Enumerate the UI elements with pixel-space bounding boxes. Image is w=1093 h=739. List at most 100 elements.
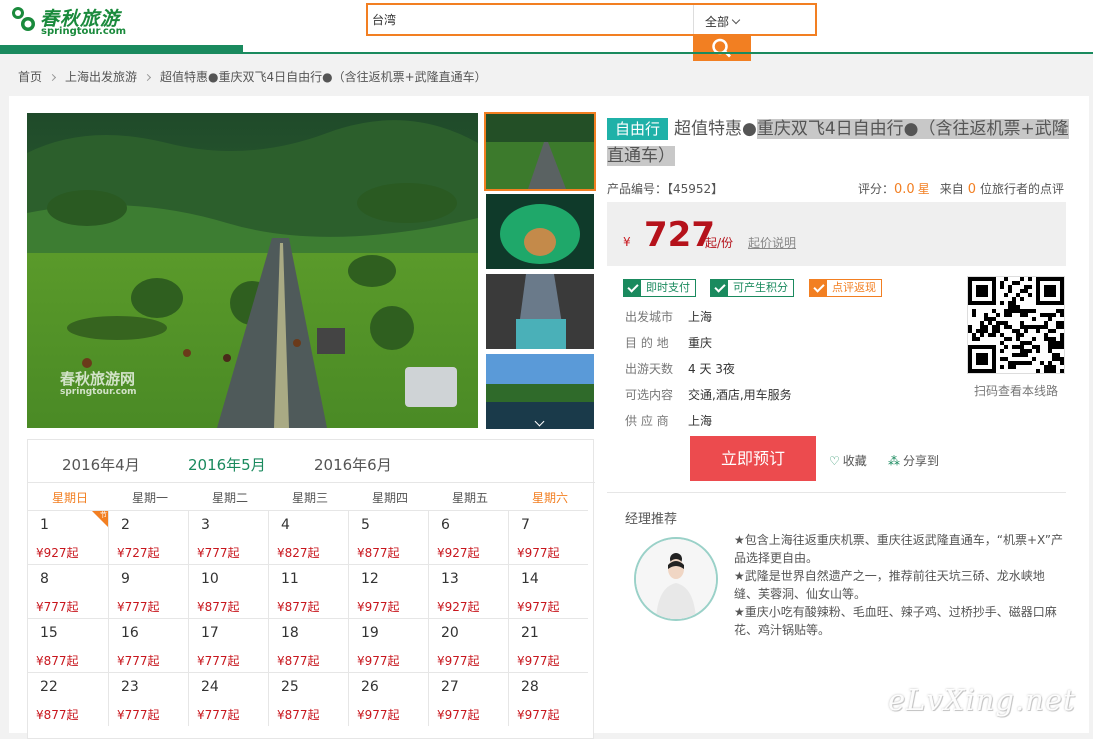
day-price: ¥977起	[357, 708, 400, 722]
day-number: 9	[121, 571, 130, 587]
check-icon	[711, 280, 728, 296]
search-divider	[693, 5, 694, 34]
calendar-day-cell[interactable]: 25 ¥877起	[268, 672, 348, 726]
calendar-day-cell[interactable]: 22 ¥877起	[28, 672, 108, 726]
day-number: 10	[201, 571, 219, 587]
detail-key: 出游天数	[625, 362, 674, 376]
day-number: 8	[40, 571, 49, 587]
calendar-day-cell[interactable]: 14 ¥977起	[508, 564, 588, 618]
calendar-day-cell[interactable]: 1 ¥927起 节	[28, 510, 108, 564]
day-number: 22	[40, 679, 58, 695]
reviews-count[interactable]: 0	[968, 182, 976, 197]
calendar-day-cell[interactable]: 11 ¥877起	[268, 564, 348, 618]
calendar-day-cell[interactable]: 16 ¥777起	[108, 618, 188, 672]
search-category-select[interactable]: 全部	[705, 13, 741, 30]
day-price: ¥977起	[357, 654, 400, 668]
calendar-day-cell[interactable]: 28 ¥977起	[508, 672, 588, 726]
day-number: 14	[521, 571, 539, 587]
calendar-day-cell[interactable]: 10 ¥877起	[188, 564, 268, 618]
holiday-tag-label: 节	[100, 511, 107, 519]
day-price: ¥877起	[36, 708, 79, 722]
detail-key: 目 的 地	[625, 336, 669, 350]
day-number: 25	[281, 679, 299, 695]
product-type-badge: 自由行	[607, 118, 669, 140]
calendar-day-cell[interactable]: 21 ¥977起	[508, 618, 588, 672]
calendar-day-cell[interactable]: 7 ¥977起	[508, 510, 588, 564]
month-tab-jun[interactable]: 2016年6月	[314, 454, 392, 475]
day-price: ¥977起	[517, 654, 560, 668]
calendar-day-cell[interactable]: 13 ¥927起	[428, 564, 508, 618]
calendar-day-cell[interactable]: 24 ¥777起	[188, 672, 268, 726]
search-input[interactable]	[368, 5, 692, 34]
tag-label: 可产生积分	[733, 281, 788, 294]
price-calendar: 2016年4月 2016年5月 2016年6月 星期日 星期一 星期二 星期三 …	[27, 439, 595, 739]
calendar-day-cell[interactable]: 2 ¥727起	[108, 510, 188, 564]
recommend-line: ★包含上海往返重庆机票、重庆往返武隆直通车，“机票+X”产品选择更自由。	[734, 533, 1063, 565]
calendar-day-cell[interactable]: 23 ¥777起	[108, 672, 188, 726]
breadcrumb-category[interactable]: 上海出发旅游	[65, 70, 137, 84]
day-price: ¥877起	[277, 654, 320, 668]
thumbnail-3[interactable]	[486, 274, 594, 349]
day-price: ¥777起	[197, 654, 240, 668]
search-button[interactable]	[693, 35, 751, 61]
day-number: 19	[361, 625, 379, 641]
share-icon: ⁂	[888, 454, 900, 468]
day-number: 24	[201, 679, 219, 695]
price-currency: ¥	[623, 235, 631, 249]
calendar-day-cell[interactable]: 5 ¥877起	[348, 510, 428, 564]
day-number: 7	[521, 517, 530, 533]
calendar-day-cell[interactable]: 9 ¥777起	[108, 564, 188, 618]
day-price: ¥877起	[36, 654, 79, 668]
chevron-down-icon	[731, 15, 741, 25]
image-watermark: 春秋旅游网 springtour.com	[60, 368, 137, 397]
recommend-line: ★武隆是世界自然遗产之一，推荐前往天坑三硚、龙水峡地缝、芙蓉洞、仙女山等。	[734, 569, 1045, 601]
calendar-day-cell[interactable]: 4 ¥827起	[268, 510, 348, 564]
day-number: 28	[521, 679, 539, 695]
calendar-day-cell[interactable]: 19 ¥977起	[348, 618, 428, 672]
calendar-day-cell[interactable]: 26 ¥977起	[348, 672, 428, 726]
month-tab-apr[interactable]: 2016年4月	[62, 454, 140, 475]
tag-points: 可产生积分	[710, 279, 794, 297]
weekday-sun: 星期日	[51, 491, 88, 505]
product-code: 产品编号：【45952】	[607, 182, 724, 196]
calendar-day-cell[interactable]: 20 ¥977起	[428, 618, 508, 672]
day-number: 20	[441, 625, 459, 641]
day-number: 18	[281, 625, 299, 641]
site-logo[interactable]: 春秋旅游 springtour.com	[8, 4, 128, 37]
thumbnail-1[interactable]	[484, 112, 596, 191]
calendar-day-cell[interactable]: 27 ¥977起	[428, 672, 508, 726]
calendar-day-cell[interactable]: 18 ¥877起	[268, 618, 348, 672]
day-price: ¥777起	[197, 708, 240, 722]
month-tab-may[interactable]: 2016年5月	[188, 454, 266, 475]
day-number: 6	[441, 517, 450, 533]
calendar-day-cell[interactable]: 15 ¥877起	[28, 618, 108, 672]
day-number: 16	[121, 625, 139, 641]
share-button[interactable]: ⁂ 分享到	[888, 452, 939, 469]
calendar-day-cell[interactable]: 8 ¥777起	[28, 564, 108, 618]
day-number: 2	[121, 517, 130, 533]
favorite-button[interactable]: ♡ 收藏	[829, 452, 867, 469]
weekday-thu: 星期四	[371, 491, 408, 505]
site-watermark: eLvXing.net	[888, 683, 1076, 717]
day-price: ¥777起	[117, 600, 160, 614]
breadcrumb-home[interactable]: 首页	[18, 70, 42, 84]
thumbnail-2[interactable]	[486, 194, 594, 269]
detail-value: 4 天 3夜	[688, 362, 735, 376]
calendar-day-cell[interactable]: 17 ¥777起	[188, 618, 268, 672]
weekday-mon: 星期一	[131, 491, 168, 505]
book-now-button[interactable]: 立即预订	[690, 436, 816, 481]
day-price: ¥927起	[36, 546, 79, 560]
product-title: 自由行 超值特惠●重庆双飞4日自由行●（含往返机票+武隆直通车）	[607, 116, 1069, 170]
calendar-day-cell[interactable]: 12 ¥977起	[348, 564, 428, 618]
calendar-day-cell[interactable]: 3 ¥777起	[188, 510, 268, 564]
avatar-icon	[636, 539, 716, 619]
weekday-fri: 星期五	[451, 491, 488, 505]
logo-icon	[12, 7, 35, 31]
main-product-image[interactable]: 春秋旅游网 springtour.com	[27, 113, 478, 428]
calendar-day-cell[interactable]: 6 ¥927起	[428, 510, 508, 564]
search-category-label: 全部	[705, 15, 730, 29]
day-price: ¥977起	[437, 654, 480, 668]
day-price: ¥927起	[437, 600, 480, 614]
price-note-link[interactable]: 起价说明	[748, 234, 796, 251]
favorite-label: 收藏	[842, 454, 867, 468]
